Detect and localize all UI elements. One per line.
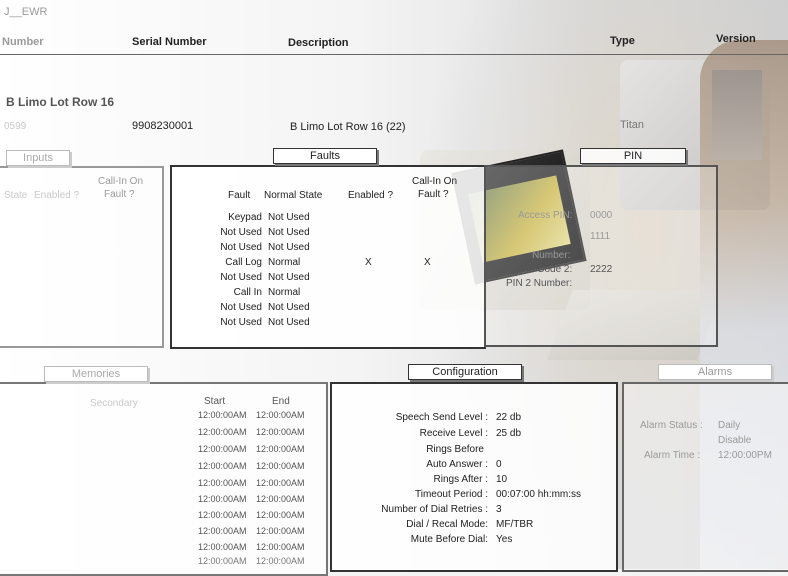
column-number: Number [2, 36, 44, 48]
memory-start: 12:00:00AM [198, 478, 247, 488]
faults-header-callin: Call-In On [412, 176, 458, 187]
memory-start: 12:00:00AM [198, 410, 247, 420]
alarms-panel [622, 382, 788, 572]
faults-header-callin-fault: Fault ? [418, 189, 449, 200]
config-label: Number of Dial Retries : [381, 504, 488, 515]
memory-end: 12:00:00AM [256, 427, 305, 437]
memory-end: 12:00:00AM [256, 526, 305, 536]
memory-start: 12:00:00AM [198, 444, 247, 454]
alarm-time-label: Alarm Time : [644, 450, 701, 461]
memory-start: 12:00:00AM [198, 542, 247, 552]
pin-number-label: Number: [532, 250, 571, 261]
fault-callin-checkbox[interactable]: X [424, 257, 431, 268]
alarm-status-label: Alarm Status : [640, 420, 703, 431]
pin-access-label: Access PIN: [518, 210, 573, 221]
memory-start: 12:00:00AM [198, 526, 247, 536]
memory-end: 12:00:00AM [256, 556, 305, 566]
fault-name: Not Used [220, 317, 262, 328]
memory-end: 12:00:00AM [256, 494, 305, 504]
alarm-time-value: 12:00:00PM [718, 450, 772, 461]
column-serial-number: Serial Number [132, 36, 207, 48]
pin-panel [484, 165, 718, 347]
fault-state: Normal [268, 287, 301, 298]
config-value: 0 [496, 459, 502, 470]
config-value: 10 [496, 474, 508, 485]
tab-alarms[interactable]: Alarms [658, 364, 772, 380]
fault-state: Not Used [268, 317, 310, 328]
inputs-header-enabled: Enabled ? [34, 190, 80, 201]
column-version: Version [716, 33, 756, 45]
pin-access-value: 0000 [590, 210, 613, 221]
record-heading: B Limo Lot Row 16 [6, 95, 114, 109]
config-label: Dial / Recal Mode: [406, 519, 488, 530]
inputs-header-callin-fault: Fault ? [104, 189, 135, 200]
inputs-header-state: State [4, 190, 28, 201]
pin-value-2: 1111 [590, 231, 611, 242]
fault-state: Not Used [268, 212, 310, 223]
fault-name: Not Used [220, 242, 262, 253]
config-label: Rings Before [426, 444, 484, 455]
record-number: 0599 [4, 121, 27, 132]
faults-header-fault: Fault [228, 190, 251, 201]
fault-enabled-checkbox[interactable]: X [365, 257, 372, 268]
faults-header-enabled: Enabled ? [348, 190, 394, 201]
faults-header-normal-state: Normal State [264, 190, 323, 201]
alarm-status-value: Daily [718, 420, 741, 431]
memory-start: 12:00:00AM [198, 556, 247, 566]
fault-name: Not Used [220, 227, 262, 238]
fault-name: Call Log [225, 257, 262, 268]
fault-state: Not Used [268, 272, 310, 283]
config-label: Rings After : [433, 474, 488, 485]
config-value: 22 db [496, 412, 522, 423]
record-serial: 9908230001 [132, 120, 194, 132]
tab-faults[interactable]: Faults [273, 148, 377, 164]
memory-end: 12:00:00AM [256, 478, 305, 488]
record-description: B Limo Lot Row 16 (22) [290, 121, 406, 133]
column-description: Description [288, 37, 349, 49]
tab-pin[interactable]: PIN [580, 148, 686, 164]
config-label: Mute Before Dial: [410, 534, 488, 545]
fault-state: Not Used [268, 302, 310, 313]
memory-end: 12:00:00AM [256, 542, 305, 552]
tab-memories[interactable]: Memories [44, 366, 148, 382]
window-title: J__EWR [4, 6, 48, 18]
config-value: 00:07:00 hh:mm:ss [496, 489, 582, 500]
pin2-number-label: PIN 2 Number: [506, 278, 573, 289]
memory-start: 12:00:00AM [198, 427, 247, 437]
column-type: Type [610, 35, 635, 47]
config-value: Yes [496, 534, 513, 545]
config-value: 3 [496, 504, 502, 515]
fault-state: Not Used [268, 227, 310, 238]
pin-code2-label: Pin Code 2: [520, 264, 573, 275]
tab-inputs[interactable]: Inputs [6, 150, 70, 166]
fault-name: Keypad [228, 212, 262, 223]
header-divider [0, 54, 788, 55]
config-value: MF/TBR [496, 519, 534, 530]
memories-secondary-label: Secondary [90, 398, 138, 409]
inputs-header-callin: Call-In On [98, 176, 144, 187]
fault-name: Not Used [220, 302, 262, 313]
tab-configuration[interactable]: Configuration [408, 364, 522, 380]
fault-name: Call In [233, 287, 262, 298]
config-label: Timeout Period : [415, 489, 488, 500]
alarm-status-value-2: Disable [718, 435, 752, 446]
memory-start: 12:00:00AM [198, 461, 247, 471]
fault-name: Not Used [220, 272, 262, 283]
config-value: 25 db [496, 428, 522, 439]
record-type: Titan [620, 119, 645, 131]
fault-state: Normal [268, 257, 301, 268]
memory-end: 12:00:00AM [256, 410, 305, 420]
memory-start: 12:00:00AM [198, 494, 247, 504]
fault-state: Not Used [268, 242, 310, 253]
pin-code2-value: 2222 [590, 264, 613, 275]
config-label: Receive Level : [419, 428, 488, 439]
memories-header-start: Start [204, 396, 226, 407]
memory-end: 12:00:00AM [256, 510, 305, 520]
memories-header-end: End [272, 396, 290, 407]
config-label: Speech Send Level : [395, 412, 488, 423]
memory-end: 12:00:00AM [256, 461, 305, 471]
config-label: Auto Answer : [426, 459, 488, 470]
memory-end: 12:00:00AM [256, 444, 305, 454]
memory-start: 12:00:00AM [198, 510, 247, 520]
